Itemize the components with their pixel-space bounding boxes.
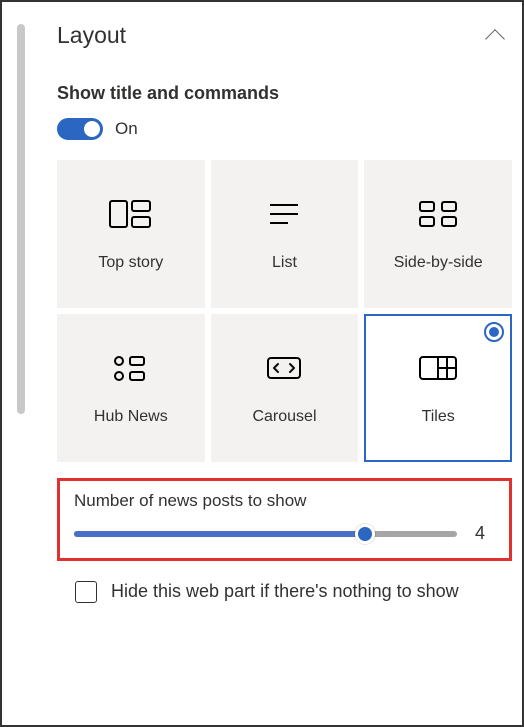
section-header[interactable]: Layout — [57, 22, 512, 49]
toggle-state-label: On — [115, 119, 138, 139]
layout-option-side-by-side[interactable]: Side-by-side — [364, 160, 512, 308]
list-icon — [261, 196, 307, 232]
layout-option-label: Side-by-side — [394, 254, 483, 272]
toggle-thumb — [84, 121, 100, 137]
news-count-section: Number of news posts to show 4 — [57, 478, 512, 561]
hide-webpart-checkbox[interactable] — [75, 581, 97, 603]
layout-option-label: Carousel — [252, 408, 316, 426]
chevron-up-icon — [485, 29, 505, 49]
hub-news-icon — [108, 350, 154, 386]
show-title-toggle[interactable] — [57, 118, 103, 140]
layout-option-carousel[interactable]: Carousel — [211, 314, 359, 462]
layout-option-label: Tiles — [422, 408, 455, 426]
toggle-heading: Show title and commands — [57, 83, 512, 104]
layout-option-label: Hub News — [94, 408, 168, 426]
slider-label: Number of news posts to show — [74, 491, 495, 511]
side-by-side-icon — [415, 196, 461, 232]
layout-settings-panel: Layout Show title and commands On Top st… — [57, 2, 512, 725]
slider-value: 4 — [475, 523, 495, 544]
layout-option-top-story[interactable]: Top story — [57, 160, 205, 308]
top-story-icon — [108, 196, 154, 232]
layout-options-grid: Top story List — [57, 160, 512, 462]
layout-option-hub-news[interactable]: Hub News — [57, 314, 205, 462]
slider-thumb[interactable] — [355, 524, 375, 544]
layout-option-tiles[interactable]: Tiles — [364, 314, 512, 462]
vertical-scrollbar[interactable] — [17, 24, 25, 414]
tiles-icon — [415, 350, 461, 386]
layout-option-label: List — [272, 254, 297, 272]
layout-option-label: Top story — [98, 254, 163, 272]
selected-radio-icon — [484, 322, 504, 342]
section-title: Layout — [57, 22, 126, 49]
hide-webpart-label: Hide this web part if there's nothing to… — [111, 579, 459, 603]
slider-fill — [74, 531, 365, 537]
news-count-slider[interactable] — [74, 531, 457, 537]
layout-option-list[interactable]: List — [211, 160, 359, 308]
carousel-icon — [261, 350, 307, 386]
